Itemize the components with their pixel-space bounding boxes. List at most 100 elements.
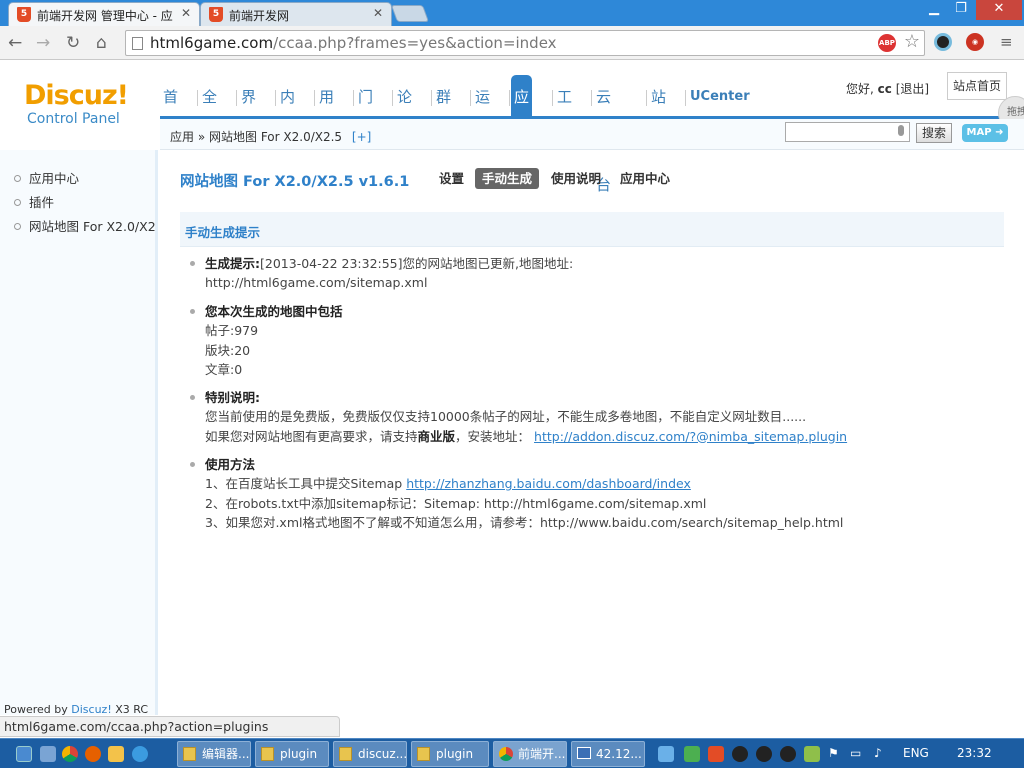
site-home-button[interactable]: 站点首页	[947, 72, 1007, 100]
lastpass-icon[interactable]: ◉	[966, 33, 984, 51]
extension-icon[interactable]	[934, 33, 952, 51]
tray-network-icon[interactable]	[658, 746, 674, 762]
nav-item-1[interactable]: 全局	[199, 75, 220, 150]
nav-item-12[interactable]: 站长	[648, 75, 669, 150]
nav-item-2[interactable]: 界面	[238, 75, 259, 150]
close-icon[interactable]: ✕	[373, 6, 383, 20]
special-note: 特别说明: 您当前使用的是免费版，免费版仅仅支持10000条帖子的网址，不能生成…	[190, 388, 847, 446]
folder-icon	[417, 747, 430, 761]
tray-security-icon[interactable]	[804, 746, 820, 762]
nav-separator	[591, 90, 592, 106]
nav-item-7[interactable]: 群组	[433, 75, 454, 150]
baidu-webmaster-link[interactable]: http://zhanzhang.baidu.com/dashboard/ind…	[406, 476, 691, 491]
nav-item-11[interactable]: 云平台	[593, 75, 614, 194]
menu-icon[interactable]: ≡	[1000, 33, 1013, 51]
nav-separator	[646, 90, 647, 106]
arrow-down-icon: ➜	[995, 127, 1004, 138]
tray-qq-icon[interactable]	[732, 746, 748, 762]
microphone-icon[interactable]	[898, 125, 904, 136]
close-icon[interactable]: ✕	[181, 6, 191, 20]
nav-separator	[685, 90, 686, 106]
nav-item-8[interactable]: 运营	[472, 75, 493, 150]
nav-item-4[interactable]: 用户	[316, 75, 337, 150]
adblock-icon[interactable]: ABP	[878, 34, 896, 52]
tray-qq-icon[interactable]	[780, 746, 796, 762]
address-bar[interactable]: html6game.com/ccaa.php?frames=yes&action…	[125, 30, 925, 56]
sidebar-item-app-center[interactable]: 应用中心	[14, 168, 155, 187]
task-chrome[interactable]: 前端开...	[493, 741, 567, 767]
folder-icon	[261, 747, 274, 761]
logout-link[interactable]: [退出]	[896, 82, 929, 96]
chrome-icon	[499, 747, 513, 761]
add-shortcut-link[interactable]: [+]	[352, 130, 371, 144]
flag-icon[interactable]: ⚑	[828, 746, 839, 760]
plugin-title: 网站地图 For X2.0/X2.5 v1.6.1	[180, 174, 410, 190]
forums-count: 版块:20	[205, 342, 251, 358]
nav-separator	[470, 90, 471, 106]
nav-separator	[197, 90, 198, 106]
clock[interactable]: 23:32	[957, 746, 992, 760]
tab-usage[interactable]: 使用说明	[544, 168, 608, 189]
bullet-icon	[190, 395, 195, 400]
section-title: 手动生成提示	[185, 225, 261, 240]
nav-separator	[509, 90, 510, 106]
browser-toolbar: ← → ↻ ⌂ html6game.com/ccaa.php?frames=ye…	[0, 26, 1024, 60]
star-icon[interactable]: ☆	[904, 30, 920, 54]
nav-item-5[interactable]: 门户	[355, 75, 376, 150]
task-plugin-1[interactable]: plugin	[255, 741, 329, 767]
sidebar-item-plugins[interactable]: 插件	[14, 192, 155, 211]
minimize-button[interactable]: ▁	[921, 0, 947, 20]
tray-calc-icon[interactable]	[684, 746, 700, 762]
close-window-button[interactable]: ✕	[976, 0, 1022, 20]
nav-item-10[interactable]: 工具	[554, 75, 575, 150]
ie-tab-icon[interactable]	[108, 746, 124, 762]
nav-separator	[275, 90, 276, 106]
reload-icon[interactable]: ↻	[66, 33, 80, 53]
back-arrow-icon[interactable]: ←	[8, 33, 22, 53]
nav-item-3[interactable]: 内容	[277, 75, 298, 150]
discuz-link[interactable]: Discuz!	[71, 703, 111, 716]
folder-icon	[339, 747, 352, 761]
tab-admin[interactable]: 5 前端开发网 管理中心 - 应 ✕	[8, 2, 200, 26]
show-desktop-icon[interactable]	[16, 746, 32, 762]
monitor-tray-icon[interactable]: ▭	[850, 746, 861, 760]
task-discuz[interactable]: discuz...	[333, 741, 407, 767]
chrome-icon[interactable]	[62, 746, 78, 762]
tray-qq-icon[interactable]	[756, 746, 772, 762]
firefox-icon[interactable]	[85, 746, 101, 762]
restore-button[interactable]: ❐	[948, 0, 974, 20]
internet-explorer-icon[interactable]	[132, 746, 148, 762]
breadcrumb-root[interactable]: 应用	[170, 130, 194, 144]
addon-link[interactable]: http://addon.discuz.com/?@nimba_sitemap.…	[534, 429, 847, 444]
task-plugin-2[interactable]: plugin	[411, 741, 489, 767]
search-input[interactable]	[785, 122, 910, 142]
tray-html5-icon[interactable]	[708, 746, 724, 762]
quick-launch-icon[interactable]	[40, 746, 56, 762]
nav-separator	[552, 90, 553, 106]
home-icon[interactable]: ⌂	[96, 33, 107, 53]
note-title: 特别说明:	[205, 390, 260, 405]
speaker-icon[interactable]: ♪	[874, 746, 882, 760]
sidebar-item-sitemap[interactable]: 网站地图 For X2.0/X2.5	[14, 216, 155, 235]
nav-item-6[interactable]: 论坛	[394, 75, 415, 150]
map-button[interactable]: MAP ➜	[962, 124, 1008, 142]
nav-item-0[interactable]: 首页	[160, 75, 181, 150]
new-tab-button[interactable]	[390, 5, 430, 22]
includes-title: 您本次生成的地图中包括	[205, 304, 343, 319]
tab-settings[interactable]: 设置	[432, 168, 471, 189]
search-button[interactable]: 搜索	[916, 123, 952, 143]
tab-site[interactable]: 5 前端开发网 ✕	[200, 2, 392, 26]
nav-separator	[392, 90, 393, 106]
nav-item-13[interactable]: UCenter	[687, 75, 753, 116]
monitor-icon	[577, 747, 591, 759]
nav-separator	[236, 90, 237, 106]
forward-arrow-icon[interactable]: →	[36, 33, 50, 53]
task-remote[interactable]: 42.12...	[571, 741, 645, 767]
tab-app-center[interactable]: 应用中心	[613, 168, 677, 189]
task-editor[interactable]: 编辑器...	[177, 741, 251, 767]
tab-manual-generate[interactable]: 手动生成	[475, 168, 540, 189]
language-indicator[interactable]: ENG	[903, 746, 929, 760]
nav-item-9[interactable]: 应用	[511, 75, 533, 150]
usage-step2: 2、在robots.txt中添加sitemap标记：Sitemap: http:…	[205, 495, 707, 511]
discuz-logo[interactable]: Discuz! Control Panel	[24, 80, 129, 127]
